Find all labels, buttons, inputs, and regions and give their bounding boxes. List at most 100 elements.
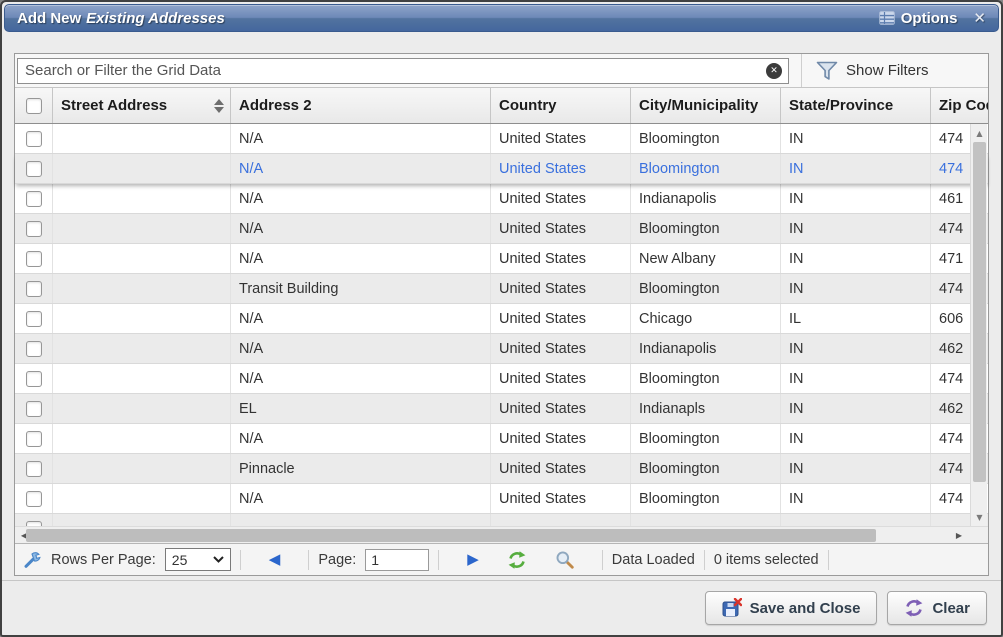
- column-header-state[interactable]: State/Province: [781, 88, 931, 123]
- cell-city: New Albany: [631, 244, 781, 273]
- rows-per-page-select[interactable]: 25: [165, 548, 231, 571]
- dialog-title-prefix: Add New: [17, 10, 81, 27]
- cell-state: IN: [781, 214, 931, 243]
- clear-refresh-icon: [904, 598, 924, 618]
- cell-state: IN: [781, 364, 931, 393]
- vertical-scrollbar[interactable]: ▲ ▼: [970, 124, 987, 526]
- horizontal-scrollbar[interactable]: ◀ ▶: [15, 526, 988, 543]
- cell-street: [53, 424, 231, 453]
- table-row[interactable]: N/AUnited StatesIndianapolisIN461: [15, 184, 988, 214]
- row-checkbox-cell: [15, 514, 53, 526]
- row-checkbox[interactable]: [26, 431, 42, 447]
- scroll-down-icon[interactable]: ▼: [971, 510, 988, 524]
- horizontal-scrollbar-thumb[interactable]: [26, 529, 876, 542]
- row-checkbox[interactable]: [26, 191, 42, 207]
- settings-wrench-icon[interactable]: [23, 550, 42, 569]
- row-checkbox[interactable]: [26, 461, 42, 477]
- row-checkbox[interactable]: [26, 371, 42, 387]
- table-row[interactable]: Transit BuildingUnited StatesBloomington…: [15, 274, 988, 304]
- cell-address2: Pinnacle: [231, 454, 491, 483]
- column-header-label: Zip Code: [939, 97, 988, 114]
- table-row[interactable]: N/AUnited StatesBloomingtonIN474: [15, 154, 988, 184]
- close-icon[interactable]: ✕: [973, 11, 986, 26]
- cell-state: IN: [781, 184, 931, 213]
- cell-street: [53, 454, 231, 483]
- cell-street: [53, 514, 231, 526]
- row-checkbox[interactable]: [26, 221, 42, 237]
- cell-address2: EL: [231, 394, 491, 423]
- save-and-close-button[interactable]: Save and Close: [705, 591, 878, 625]
- row-checkbox[interactable]: [26, 251, 42, 267]
- row-checkbox[interactable]: [26, 281, 42, 297]
- row-checkbox[interactable]: [26, 341, 42, 357]
- column-header-label: Country: [499, 97, 557, 114]
- cell-city: Indianapolis: [631, 334, 781, 363]
- previous-page-icon[interactable]: ◀: [269, 552, 281, 567]
- table-row[interactable]: N/AUnited StatesIndianapolisIN462: [15, 334, 988, 364]
- vertical-scrollbar-thumb[interactable]: [973, 142, 986, 482]
- column-header-country[interactable]: Country: [491, 88, 631, 123]
- dialog-title: Add New Existing Addresses: [17, 10, 225, 27]
- table-row[interactable]: PinnacleUnited StatesBloomingtonIN474: [15, 454, 988, 484]
- next-page-icon[interactable]: ▶: [467, 552, 479, 567]
- column-header-address-2[interactable]: Address 2: [231, 88, 491, 123]
- page-number-input[interactable]: [365, 549, 429, 571]
- dialog-window: Add New Existing Addresses Options ✕: [0, 0, 1003, 637]
- cell-country: United States: [491, 154, 631, 183]
- sort-icon[interactable]: [214, 99, 224, 113]
- table-row[interactable]: N/AUnited StatesBloomingtonIN474: [15, 424, 988, 454]
- cell-city: Indianapls: [631, 394, 781, 423]
- table-row-partial[interactable]: [15, 514, 988, 526]
- cell-city: [631, 514, 781, 526]
- select-all-checkbox[interactable]: [26, 98, 42, 114]
- column-header-city[interactable]: City/Municipality: [631, 88, 781, 123]
- cell-street: [53, 334, 231, 363]
- cell-city: Bloomington: [631, 454, 781, 483]
- dialog-title-italic: Existing Addresses: [86, 10, 225, 27]
- filter-funnel-icon: [816, 61, 838, 81]
- search-input[interactable]: [17, 58, 789, 84]
- column-header-zip[interactable]: Zip Code: [931, 88, 988, 123]
- table-row[interactable]: N/AUnited StatesBloomingtonIN474: [15, 364, 988, 394]
- row-checkbox[interactable]: [26, 491, 42, 507]
- column-header-label: Street Address: [61, 97, 167, 114]
- scroll-right-icon[interactable]: ▶: [952, 527, 966, 544]
- table-row[interactable]: N/AUnited StatesNew AlbanyIN471: [15, 244, 988, 274]
- cell-address2: N/A: [231, 424, 491, 453]
- clear-button[interactable]: Clear: [887, 591, 987, 625]
- cell-address2: N/A: [231, 184, 491, 213]
- cell-country: United States: [491, 304, 631, 333]
- clear-search-icon[interactable]: ✕: [766, 63, 782, 79]
- refresh-icon[interactable]: [507, 550, 527, 570]
- cell-street: [53, 244, 231, 273]
- divider: [801, 54, 802, 87]
- cell-city: Bloomington: [631, 484, 781, 513]
- action-bar: Save and Close Clear: [2, 580, 1001, 635]
- cell-city: Indianapolis: [631, 184, 781, 213]
- row-checkbox[interactable]: [26, 131, 42, 147]
- cell-address2: N/A: [231, 214, 491, 243]
- column-header-street-address[interactable]: Street Address: [53, 88, 231, 123]
- row-checkbox[interactable]: [26, 401, 42, 417]
- cell-address2: [231, 514, 491, 526]
- row-checkbox-cell: [15, 484, 53, 513]
- cell-country: United States: [491, 334, 631, 363]
- row-checkbox[interactable]: [26, 161, 42, 177]
- table-row[interactable]: N/AUnited StatesBloomingtonIN474: [15, 484, 988, 514]
- table-row[interactable]: N/AUnited StatesBloomingtonIN474: [15, 124, 988, 154]
- divider: [438, 550, 439, 570]
- table-row[interactable]: N/AUnited StatesChicagoIL606: [15, 304, 988, 334]
- cell-address2: N/A: [231, 304, 491, 333]
- table-row[interactable]: N/AUnited StatesBloomingtonIN474: [15, 214, 988, 244]
- column-header-label: State/Province: [789, 97, 893, 114]
- row-checkbox[interactable]: [26, 311, 42, 327]
- row-checkbox-cell: [15, 214, 53, 243]
- scroll-up-icon[interactable]: ▲: [971, 126, 988, 140]
- options-label: Options: [901, 10, 958, 27]
- show-filters-button[interactable]: Show Filters: [816, 61, 929, 81]
- options-button[interactable]: Options: [879, 10, 958, 27]
- grid-rows: N/AUnited StatesBloomingtonIN474N/AUnite…: [15, 124, 988, 514]
- table-row[interactable]: ELUnited StatesIndianaplsIN462: [15, 394, 988, 424]
- search-magnifier-icon[interactable]: [555, 550, 574, 569]
- cell-city: Bloomington: [631, 364, 781, 393]
